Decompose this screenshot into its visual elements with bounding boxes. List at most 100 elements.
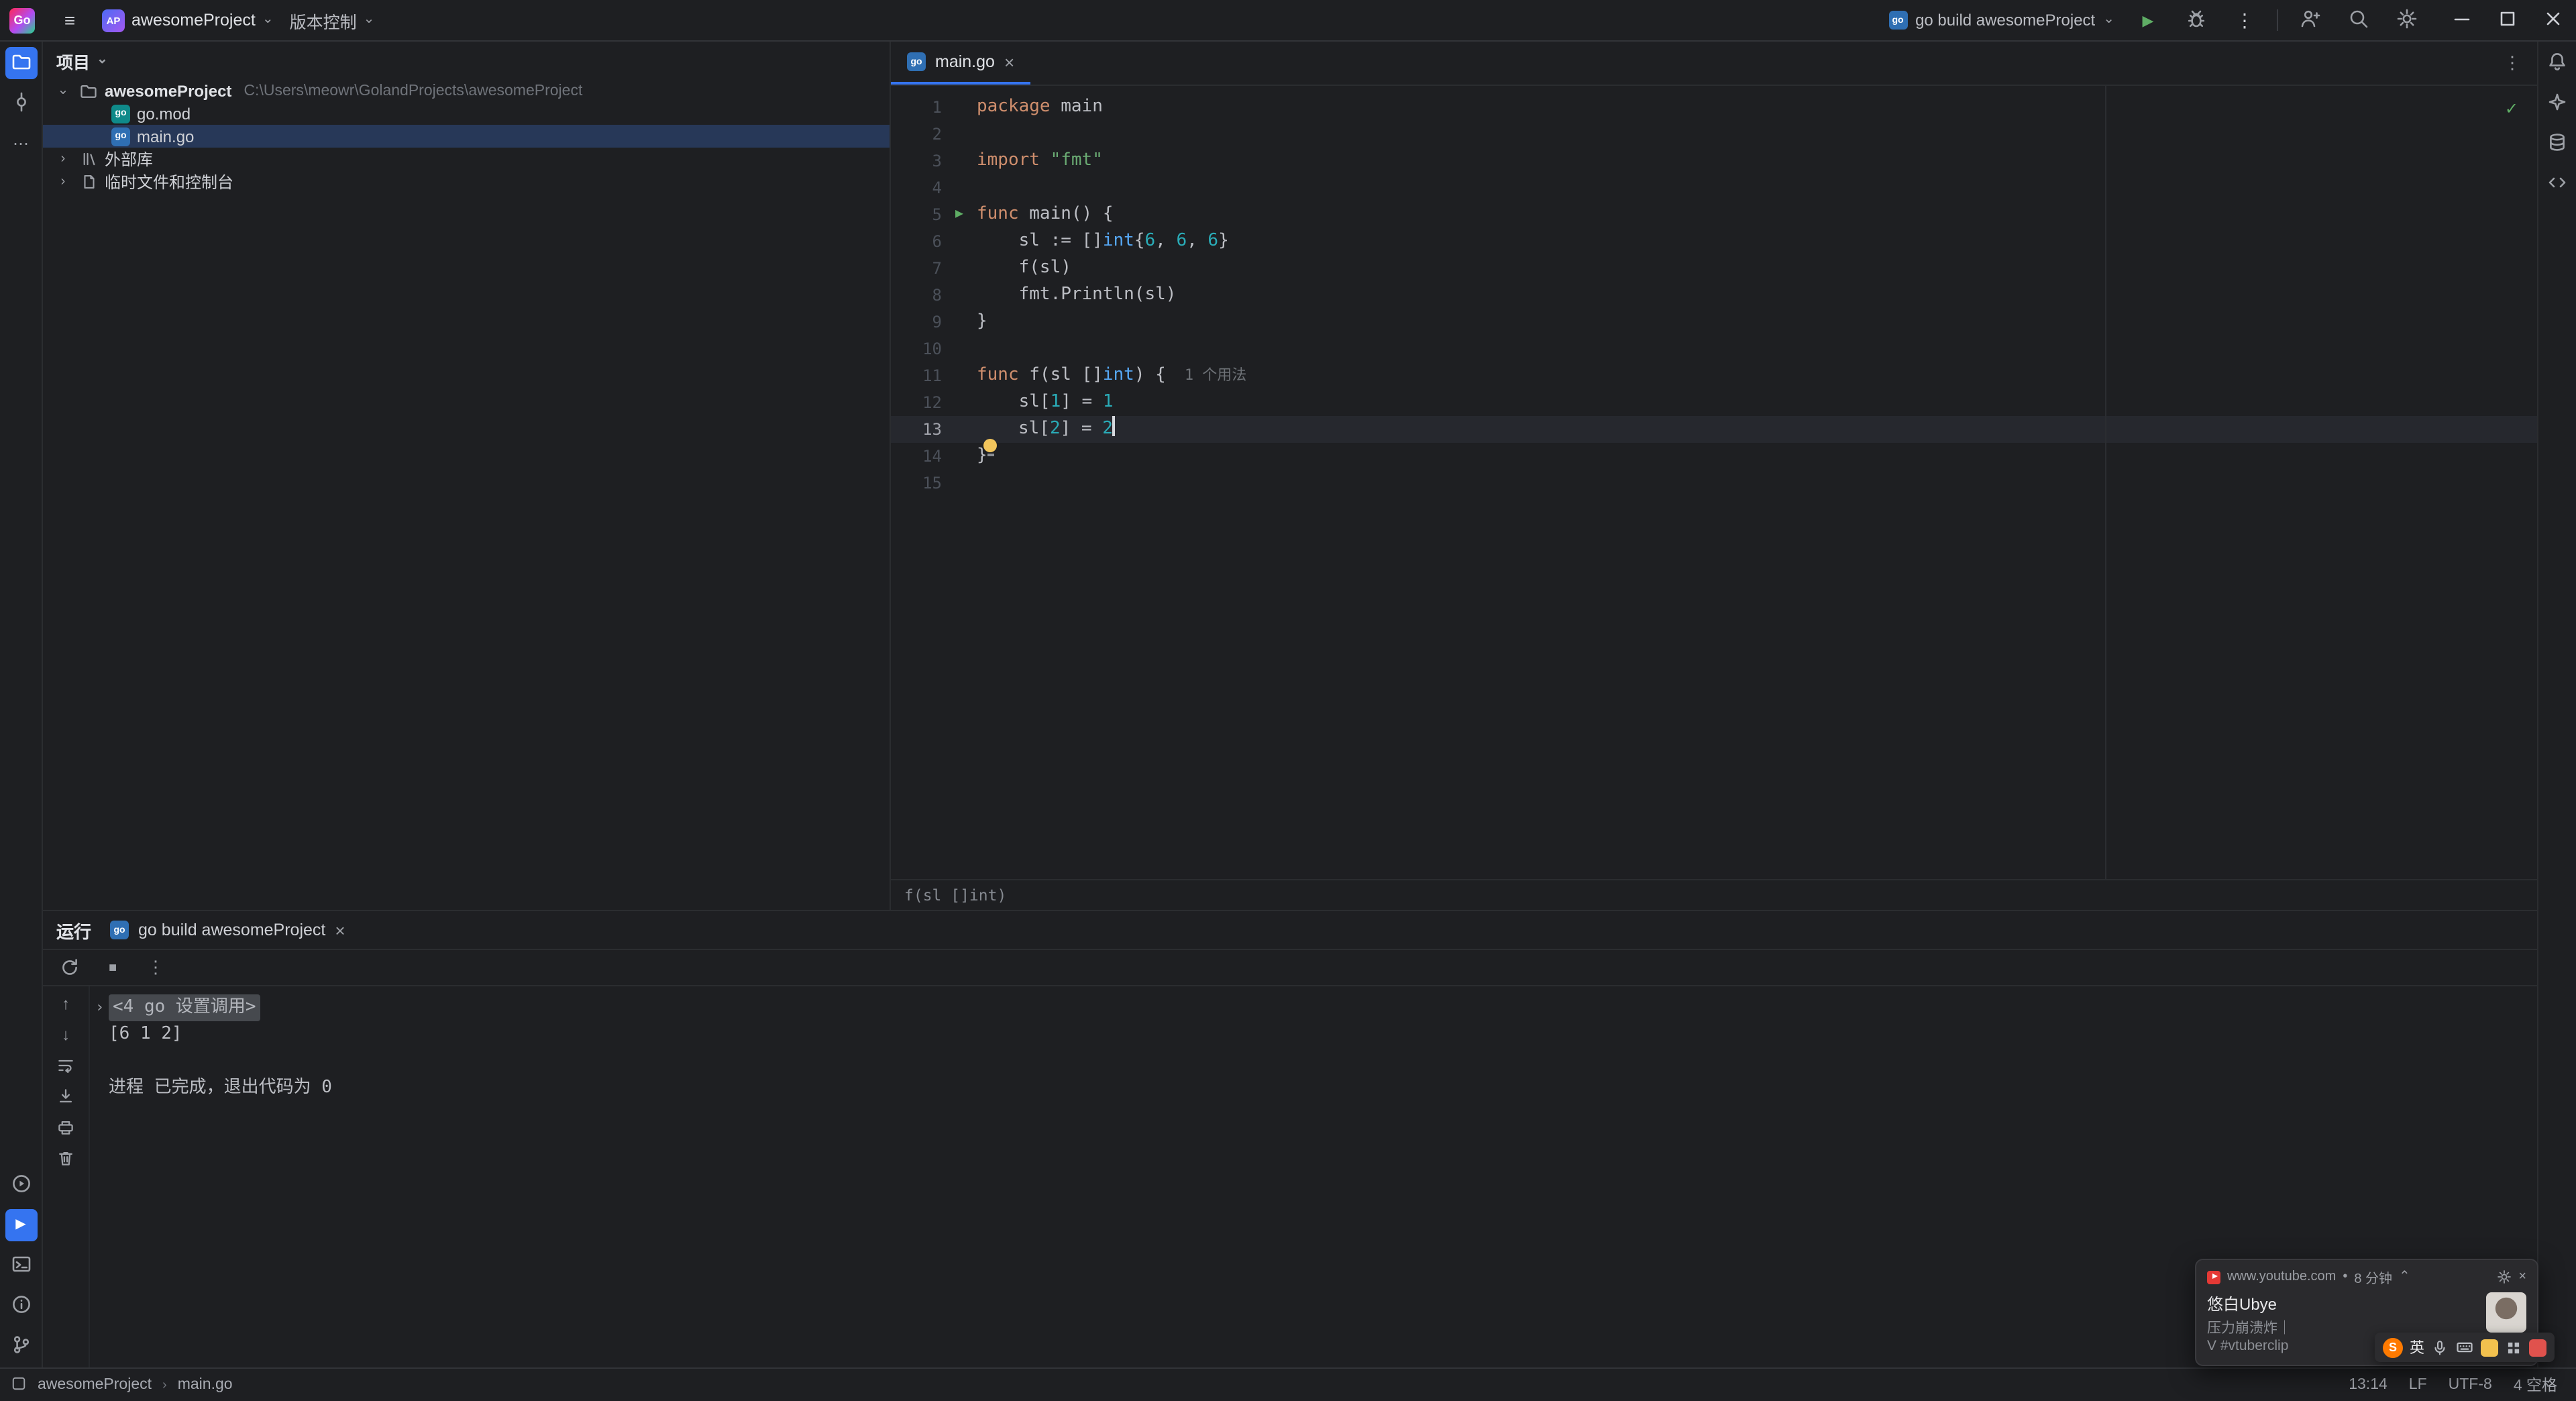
ellipsis-icon: ⋯ bbox=[13, 134, 29, 153]
chevron-down-icon: ⌄ bbox=[2103, 12, 2114, 27]
tree-item-main.go[interactable]: go main.go bbox=[43, 125, 890, 148]
run-gutter-icon[interactable]: ▶ bbox=[955, 207, 963, 221]
emoji-panel-icon[interactable] bbox=[2481, 1339, 2498, 1356]
settings-button[interactable] bbox=[2384, 4, 2430, 36]
code-line-5[interactable]: 5 ▶ func main() { bbox=[891, 201, 2537, 228]
code-line-9[interactable]: 9} bbox=[891, 309, 2537, 335]
code-line-15[interactable]: 15 bbox=[891, 470, 2537, 497]
grid-apps-icon[interactable] bbox=[2505, 1339, 2522, 1356]
line-number: 13 bbox=[922, 420, 942, 439]
language-mode-indicator[interactable]: 英 bbox=[2410, 1337, 2424, 1358]
ide-window: Go ≡ AP awesomeProject ⌄ 版本控制 ⌄ go go bu… bbox=[0, 0, 2576, 1401]
prev-occurrence-button[interactable]: ↑ bbox=[54, 992, 78, 1016]
run-tool-button[interactable]: ▶ bbox=[5, 1209, 37, 1241]
terminal-tool-button[interactable] bbox=[5, 1249, 37, 1282]
code-line-6[interactable]: 6 sl := []int{6, 6, 6} bbox=[891, 228, 2537, 255]
print-button[interactable] bbox=[54, 1115, 78, 1139]
code-line-7[interactable]: 7 f(sl) bbox=[891, 255, 2537, 282]
close-icon[interactable]: × bbox=[1004, 53, 1014, 70]
code-line-3[interactable]: 3 import "fmt" bbox=[891, 148, 2537, 174]
project-root-path: C:\Users\meowr\GolandProjects\awesomePro… bbox=[244, 83, 583, 99]
toast-close-button[interactable]: × bbox=[2518, 1269, 2526, 1284]
more-tools-button[interactable]: ⋯ bbox=[5, 127, 37, 160]
maximize-button[interactable] bbox=[2485, 0, 2530, 40]
stop-button[interactable]: ■ bbox=[99, 954, 126, 981]
chevron-right-icon[interactable]: › bbox=[54, 152, 72, 166]
toast-time: 8 分钟 bbox=[2354, 1272, 2393, 1287]
fold-chevron-icon[interactable]: › bbox=[95, 994, 109, 1021]
run-tab[interactable]: go go build awesomeProject × bbox=[110, 911, 345, 949]
keyboard-icon[interactable] bbox=[2455, 1338, 2474, 1357]
console-output[interactable]: › <4 go 设置调用> [6 1 2] 进程 已完成，退出代码为 0 bbox=[90, 986, 2537, 1367]
run-panel-kebab[interactable]: ⋮ bbox=[142, 954, 169, 981]
code-line-10[interactable]: 10 bbox=[891, 335, 2537, 362]
chevron-right-icon[interactable]: › bbox=[54, 174, 72, 189]
sogou-tool-icon[interactable] bbox=[2529, 1339, 2546, 1356]
line-number: 2 bbox=[932, 125, 942, 144]
statusbar-file[interactable]: main.go bbox=[178, 1377, 233, 1393]
toast-collapse-button[interactable]: ⌃ bbox=[2399, 1269, 2410, 1284]
search-everywhere-button[interactable] bbox=[2336, 4, 2381, 36]
go-file-icon: go bbox=[110, 921, 129, 939]
tree-item-外部库[interactable]: › 外部库 bbox=[43, 148, 890, 170]
run-button[interactable]: ▶ bbox=[2125, 4, 2171, 36]
services-tool-button[interactable] bbox=[5, 1169, 37, 1201]
code-line-8[interactable]: 8 fmt.Println(sl) bbox=[891, 282, 2537, 309]
rerun-button[interactable] bbox=[56, 954, 83, 981]
chevron-down-icon[interactable]: ⌄ bbox=[54, 83, 72, 98]
close-window-button[interactable] bbox=[2530, 0, 2576, 40]
indent-style[interactable]: 4 空格 bbox=[2514, 1374, 2557, 1396]
next-occurrence-button[interactable]: ↓ bbox=[54, 1023, 78, 1047]
caret-position[interactable]: 13:14 bbox=[2349, 1377, 2387, 1393]
main-menu-button[interactable]: ≡ bbox=[47, 4, 93, 36]
console-line: › <4 go 设置调用> bbox=[95, 994, 2537, 1021]
commit-tool-button[interactable] bbox=[5, 87, 37, 119]
usages-inlay-hint[interactable]: 1 个用法 bbox=[1185, 366, 1247, 384]
vcs-widget[interactable]: 版本控制 ⌄ bbox=[283, 4, 382, 36]
file-encoding[interactable]: UTF-8 bbox=[2449, 1377, 2492, 1393]
code-line-1[interactable]: 1 package main bbox=[891, 94, 2537, 121]
microphone-icon[interactable] bbox=[2431, 1339, 2449, 1356]
toast-settings-button[interactable] bbox=[2497, 1269, 2512, 1284]
close-icon[interactable]: × bbox=[335, 921, 345, 939]
run-tool-window: 运行 go go build awesomeProject × ■ ⋮ ↑ ↓ … bbox=[43, 910, 2537, 1367]
code-line-2[interactable]: 2 bbox=[891, 121, 2537, 148]
youtube-icon bbox=[2207, 1270, 2220, 1284]
endpoints-tool-button[interactable] bbox=[2541, 168, 2573, 200]
code-line-13[interactable]: 13 sl[2] = 2 bbox=[891, 416, 2537, 456]
tree-item-project-root[interactable]: ⌄ awesomeProject C:\Users\meowr\GolandPr… bbox=[43, 79, 890, 102]
code-line-14[interactable]: 14} bbox=[891, 443, 2537, 470]
scroll-to-end-button[interactable] bbox=[54, 1084, 78, 1108]
notifications-tool-button[interactable] bbox=[2541, 47, 2573, 79]
code-with-me-button[interactable] bbox=[2288, 4, 2333, 36]
code-line-4[interactable]: 4 bbox=[891, 174, 2537, 201]
project-panel-header[interactable]: 项目 ⌄ bbox=[43, 42, 890, 79]
soft-wrap-button[interactable] bbox=[54, 1053, 78, 1078]
editor-options-kebab[interactable]: ⋮ bbox=[2496, 52, 2529, 74]
minimize-button[interactable] bbox=[2439, 0, 2485, 40]
problems-tool-button[interactable] bbox=[5, 1290, 37, 1322]
tree-item-临时文件和控制台[interactable]: › 临时文件和控制台 bbox=[43, 170, 890, 193]
tree-item-go.mod[interactable]: go go.mod bbox=[43, 102, 890, 125]
minimize-icon bbox=[2451, 7, 2473, 33]
tab-main-go[interactable]: go main.go × bbox=[891, 42, 1031, 85]
debug-button[interactable] bbox=[2174, 4, 2219, 36]
sogou-input-icon[interactable]: S bbox=[2383, 1337, 2403, 1357]
git-tool-button[interactable] bbox=[5, 1330, 37, 1362]
context-breadcrumb[interactable]: f(sl []int) bbox=[891, 879, 2537, 910]
clear-console-button[interactable] bbox=[54, 1146, 78, 1170]
go-file-icon: go bbox=[111, 127, 130, 146]
more-actions-button[interactable]: ⋮ bbox=[2222, 4, 2267, 36]
code-line-11[interactable]: 11 func f(sl []int) {1 个用法 bbox=[891, 362, 2537, 389]
database-tool-button[interactable] bbox=[2541, 127, 2573, 160]
project-tool-button[interactable] bbox=[5, 47, 37, 79]
ai-assistant-tool-button[interactable] bbox=[2541, 87, 2573, 119]
code-area[interactable]: ✓ 1 package main 2 3 import "fmt" 4 5 ▶ func mai… bbox=[891, 86, 2537, 879]
folded-command-text[interactable]: <4 go 设置调用> bbox=[109, 994, 260, 1021]
code-line-12[interactable]: 12 sl[1] = 1 bbox=[891, 389, 2537, 416]
run-config-selector[interactable]: go go build awesomeProject ⌄ bbox=[1879, 4, 2124, 36]
project-widget[interactable]: AP awesomeProject ⌄ bbox=[95, 4, 280, 36]
line-separator[interactable]: LF bbox=[2409, 1377, 2427, 1393]
statusbar-project[interactable]: awesomeProject bbox=[38, 1377, 152, 1393]
